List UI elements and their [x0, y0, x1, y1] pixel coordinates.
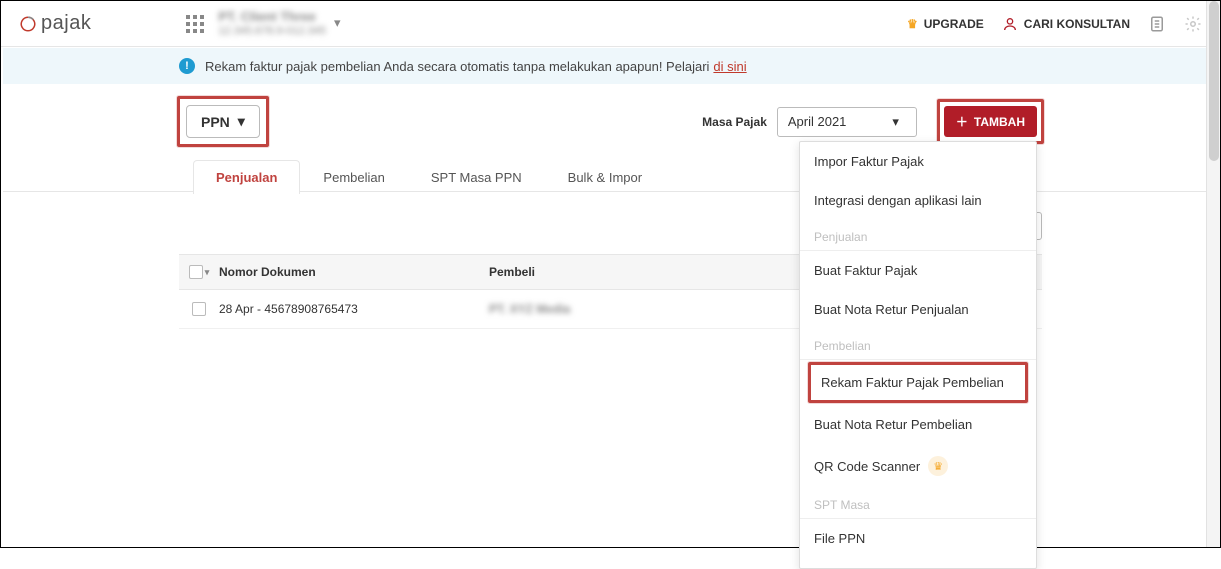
menu-buat-nota-retur-penjualan[interactable]: Buat Nota Retur Penjualan [800, 290, 1036, 329]
logo-icon [19, 15, 37, 33]
qr-label: QR Code Scanner [814, 459, 920, 474]
crown-icon: ♛ [907, 17, 918, 31]
masa-pajak-value: April 2021 [788, 114, 847, 129]
settings-gear-icon[interactable] [1184, 15, 1202, 33]
menu-section-spt-masa: SPT Masa [800, 488, 1036, 519]
ppn-highlight: PPN ▾ [177, 96, 269, 147]
menu-impor-faktur-pajak[interactable]: Impor Faktur Pajak [800, 142, 1036, 181]
toolbar: PPN ▾ Masa Pajak April 2021 ▾ ＋ TAMBAH [1, 84, 1220, 157]
tab-pembelian[interactable]: Pembelian [300, 160, 407, 194]
chevron-down-icon: ▾ [334, 15, 341, 31]
app-logo: pajak [19, 12, 91, 35]
company-id: 12.345.678.9-012.345 [218, 25, 326, 37]
clipboard-icon[interactable] [1148, 15, 1166, 33]
apps-grid-icon[interactable] [186, 15, 204, 33]
logo-text: pajak [41, 12, 91, 35]
consultant-icon [1002, 16, 1018, 32]
menu-integrasi-aplikasi-lain[interactable]: Integrasi dengan aplikasi lain [800, 181, 1036, 220]
banner-link[interactable]: di sini [713, 59, 746, 74]
tab-bulk-impor[interactable]: Bulk & Impor [545, 160, 665, 194]
menu-buat-nota-retur-pembelian[interactable]: Buat Nota Retur Pembelian [800, 405, 1036, 444]
tambah-label: TAMBAH [974, 115, 1025, 129]
select-all-checkbox[interactable] [189, 265, 203, 279]
chevron-down-icon: ▾ [892, 114, 899, 130]
company-selector[interactable]: PT. Client Three 12.345.678.9-012.345 ▾ [218, 10, 340, 36]
ppn-label: PPN [201, 114, 230, 130]
cell-nomor-dokumen: 28 Apr - 45678908765473 [219, 302, 489, 316]
row-checkbox[interactable] [192, 302, 206, 316]
tab-spt-masa-ppn[interactable]: SPT Masa PPN [408, 160, 545, 194]
menu-file-ppn[interactable]: File PPN [800, 519, 1036, 558]
menu-buat-faktur-pajak[interactable]: Buat Faktur Pajak [800, 251, 1036, 290]
app-header: pajak PT. Client Three 12.345.678.9-012.… [1, 1, 1220, 47]
menu-section-penjualan: Penjualan [800, 220, 1036, 251]
find-consultant-button[interactable]: CARI KONSULTAN [1002, 16, 1130, 32]
info-banner: ! Rekam faktur pajak pembelian Anda seca… [3, 48, 1218, 84]
chevron-down-icon[interactable]: ▾ [205, 267, 210, 278]
crown-icon: ♛ [928, 456, 948, 476]
company-name: PT. Client Three [218, 10, 326, 24]
upgrade-label: UPGRADE [924, 17, 984, 31]
menu-highlight: Rekam Faktur Pajak Pembelian [808, 362, 1028, 403]
consultant-label: CARI KONSULTAN [1024, 17, 1130, 31]
column-header-nomor-dokumen[interactable]: Nomor Dokumen [219, 265, 489, 279]
menu-qr-code-scanner[interactable]: QR Code Scanner ♛ [800, 444, 1036, 488]
chevron-down-icon: ▾ [238, 113, 245, 130]
add-dropdown-menu: Impor Faktur Pajak Integrasi dengan apli… [799, 141, 1037, 569]
masa-pajak-selector[interactable]: April 2021 ▾ [777, 107, 917, 137]
tambah-highlight: ＋ TAMBAH [937, 99, 1044, 144]
cell-pembeli: PT. XYZ Media [489, 302, 570, 316]
banner-text: Rekam faktur pajak pembelian Anda secara… [205, 59, 709, 74]
upgrade-button[interactable]: ♛ UPGRADE [907, 17, 984, 31]
scrollbar-thumb[interactable] [1209, 1, 1219, 161]
plus-icon: ＋ [956, 113, 968, 130]
info-icon: ! [179, 58, 195, 74]
menu-section-pembelian: Pembelian [800, 329, 1036, 360]
tax-type-selector[interactable]: PPN ▾ [186, 105, 260, 138]
add-button[interactable]: ＋ TAMBAH [944, 106, 1037, 137]
masa-pajak-label: Masa Pajak [702, 115, 767, 129]
menu-rekam-faktur-pajak-pembelian[interactable]: Rekam Faktur Pajak Pembelian [811, 365, 1025, 400]
vertical-scrollbar[interactable] [1206, 1, 1220, 547]
tab-penjualan[interactable]: Penjualan [193, 160, 300, 194]
